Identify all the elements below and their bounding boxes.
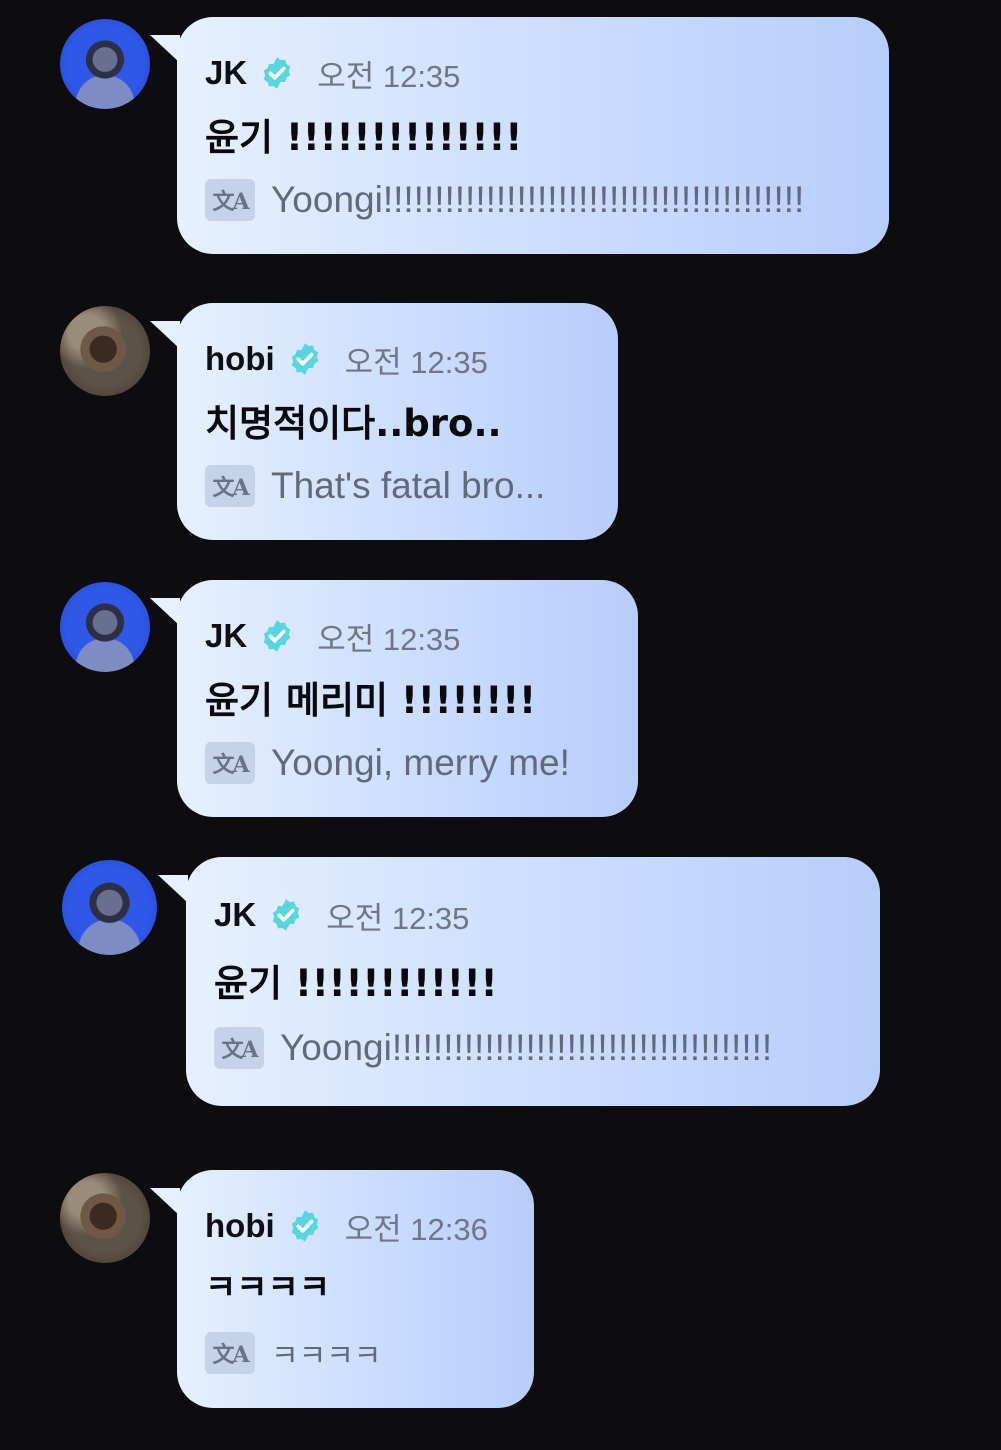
translation-text: That's fatal bro... bbox=[271, 465, 546, 506]
message-bubble[interactable]: JK 오전 12:35 윤기 !!!!!!!!!!!!!! 文A Yoongi!… bbox=[177, 17, 889, 254]
translation-row: 文A Yoongi, merry me! bbox=[205, 740, 570, 786]
hobi-avatar[interactable] bbox=[60, 1173, 150, 1263]
verified-badge-icon bbox=[291, 343, 318, 375]
message-text: 윤기 메리미 !!!!!!!! bbox=[205, 679, 536, 722]
verified-badge-icon bbox=[263, 620, 291, 652]
sender-name[interactable]: hobi bbox=[205, 1207, 275, 1245]
sender-name[interactable]: JK bbox=[205, 617, 247, 655]
translation-row: 文A ㅋㅋㅋㅋ bbox=[205, 1330, 381, 1376]
message-text: ㅋㅋㅋㅋ bbox=[205, 1268, 331, 1308]
message-bubble[interactable]: JK 오전 12:35 윤기 메리미 !!!!!!!! 文A Yoongi, m… bbox=[177, 580, 638, 817]
bubble-tail bbox=[150, 598, 180, 626]
timestamp: 오전 12:36 bbox=[344, 1211, 488, 1247]
translate-icon[interactable]: 文A bbox=[205, 1332, 255, 1374]
message-bubble[interactable]: hobi 오전 12:35 치명적이다..bro.. 文A That's fat… bbox=[177, 303, 618, 540]
jk-avatar[interactable] bbox=[60, 582, 150, 672]
translate-icon[interactable]: 文A bbox=[214, 1027, 264, 1069]
translation-text: Yoongi, merry me! bbox=[271, 742, 570, 783]
translation-text: Yoongi!!!!!!!!!!!!!!!!!!!!!!!!!!!!!!!!!!… bbox=[271, 179, 805, 220]
translation-row: 文A Yoongi!!!!!!!!!!!!!!!!!!!!!!!!!!!!!!!… bbox=[214, 1025, 772, 1071]
timestamp: 오전 12:35 bbox=[317, 621, 461, 657]
sender-name[interactable]: hobi bbox=[205, 340, 275, 378]
bubble-tail bbox=[150, 321, 180, 349]
sender-name[interactable]: JK bbox=[205, 54, 247, 92]
message-header: hobi 오전 12:36 bbox=[205, 1206, 488, 1247]
timestamp: 오전 12:35 bbox=[317, 58, 461, 94]
jk-avatar[interactable] bbox=[60, 19, 150, 109]
bubble-tail bbox=[150, 1188, 180, 1216]
message-text: 윤기 !!!!!!!!!!!!!! bbox=[205, 116, 523, 159]
verified-badge-icon bbox=[272, 899, 300, 931]
timestamp: 오전 12:35 bbox=[326, 900, 470, 936]
message-bubble[interactable]: JK 오전 12:35 윤기 !!!!!!!!!!!! 文A Yoongi!!!… bbox=[186, 857, 880, 1106]
message-header: JK 오전 12:35 bbox=[205, 53, 461, 94]
translation-text: ㅋㅋㅋㅋ bbox=[271, 1340, 382, 1373]
bubble-tail bbox=[150, 35, 180, 63]
verified-badge-icon bbox=[291, 1210, 318, 1242]
translation-row: 文A That's fatal bro... bbox=[205, 463, 545, 509]
translation-text: Yoongi!!!!!!!!!!!!!!!!!!!!!!!!!!!!!!!!!!… bbox=[280, 1027, 773, 1068]
message-text: 윤기 !!!!!!!!!!!! bbox=[214, 962, 498, 1005]
message-header: JK 오전 12:35 bbox=[205, 616, 461, 657]
bubble-tail bbox=[158, 875, 188, 903]
timestamp: 오전 12:35 bbox=[344, 344, 488, 380]
translation-row: 文A Yoongi!!!!!!!!!!!!!!!!!!!!!!!!!!!!!!!… bbox=[205, 177, 804, 223]
message-bubble[interactable]: hobi 오전 12:36 ㅋㅋㅋㅋ 文A ㅋㅋㅋㅋ bbox=[177, 1170, 534, 1408]
jk-avatar[interactable] bbox=[62, 860, 157, 955]
message-header: hobi 오전 12:35 bbox=[205, 339, 488, 380]
sender-name[interactable]: JK bbox=[214, 896, 256, 934]
message-header: JK 오전 12:35 bbox=[214, 895, 470, 936]
message-text: 치명적이다..bro.. bbox=[205, 402, 502, 445]
translate-icon[interactable]: 文A bbox=[205, 742, 255, 784]
translate-icon[interactable]: 文A bbox=[205, 465, 255, 507]
translate-icon[interactable]: 文A bbox=[205, 179, 255, 221]
verified-badge-icon bbox=[263, 57, 291, 89]
chat-feed: JK 오전 12:35 윤기 !!!!!!!!!!!!!! 文A Yoongi!… bbox=[0, 0, 1001, 1450]
hobi-avatar[interactable] bbox=[60, 306, 150, 396]
